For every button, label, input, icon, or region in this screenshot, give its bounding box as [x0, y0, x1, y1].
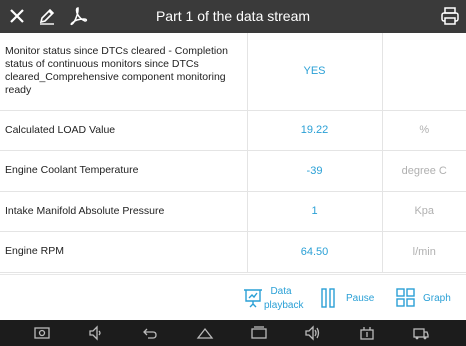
row-value: YES	[247, 33, 383, 111]
row-unit: Kpa	[382, 191, 466, 232]
vehicle-truck-icon[interactable]	[412, 324, 430, 342]
row-name: Intake Manifold Absolute Pressure	[0, 191, 248, 232]
data-stream-table: Monitor status since DTCs cleared - Comp…	[0, 33, 466, 273]
pause-icon	[321, 288, 335, 308]
print-icon[interactable]	[439, 5, 461, 27]
row-name: Engine RPM	[0, 231, 248, 273]
table-row[interactable]: Engine Coolant Temperature -39 degree C	[0, 150, 466, 192]
graph-button[interactable]: Graph	[395, 275, 455, 321]
row-value: 1	[247, 191, 383, 232]
graph-grid-icon	[396, 288, 415, 307]
playback-presentation-icon	[244, 289, 262, 308]
row-name: Engine Coolant Temperature	[0, 150, 248, 192]
data-playback-button[interactable]: Data playback	[238, 275, 304, 321]
row-value: -39	[247, 150, 383, 192]
row-name: Calculated LOAD Value	[0, 110, 248, 151]
pause-label: Pause	[346, 293, 375, 304]
system-nav-bar	[0, 320, 466, 346]
table-row[interactable]: Calculated LOAD Value 19.22 %	[0, 110, 466, 151]
table-row[interactable]: Monitor status since DTCs cleared - Comp…	[0, 33, 466, 111]
pause-button[interactable]: Pause	[318, 275, 378, 321]
back-icon[interactable]	[141, 324, 159, 342]
row-unit: degree C	[382, 150, 466, 192]
page-title: Part 1 of the data stream	[155, 8, 311, 24]
row-value: 64.50	[247, 231, 383, 273]
table-row[interactable]: Engine RPM 64.50 l/min	[0, 231, 466, 273]
row-value: 19.22	[247, 110, 383, 151]
vci-connector-icon[interactable]	[358, 324, 376, 342]
row-unit	[382, 33, 466, 111]
title-bar: Part 1 of the data stream	[0, 0, 466, 33]
volume-up-icon[interactable]	[304, 324, 322, 342]
table-row[interactable]: Intake Manifold Absolute Pressure 1 Kpa	[0, 191, 466, 232]
screenshot-icon[interactable]	[33, 324, 51, 342]
playback-label-line2: playback	[264, 300, 304, 311]
home-icon[interactable]	[196, 324, 214, 342]
volume-down-icon[interactable]	[87, 324, 105, 342]
action-bar: Data playback Pause Graph	[0, 274, 466, 321]
playback-label-line1: Data	[270, 286, 292, 297]
row-unit: %	[382, 110, 466, 151]
row-unit: l/min	[382, 231, 466, 273]
row-name: Monitor status since DTCs cleared - Comp…	[0, 33, 248, 111]
graph-label: Graph	[423, 293, 451, 304]
recent-apps-icon[interactable]	[250, 324, 268, 342]
